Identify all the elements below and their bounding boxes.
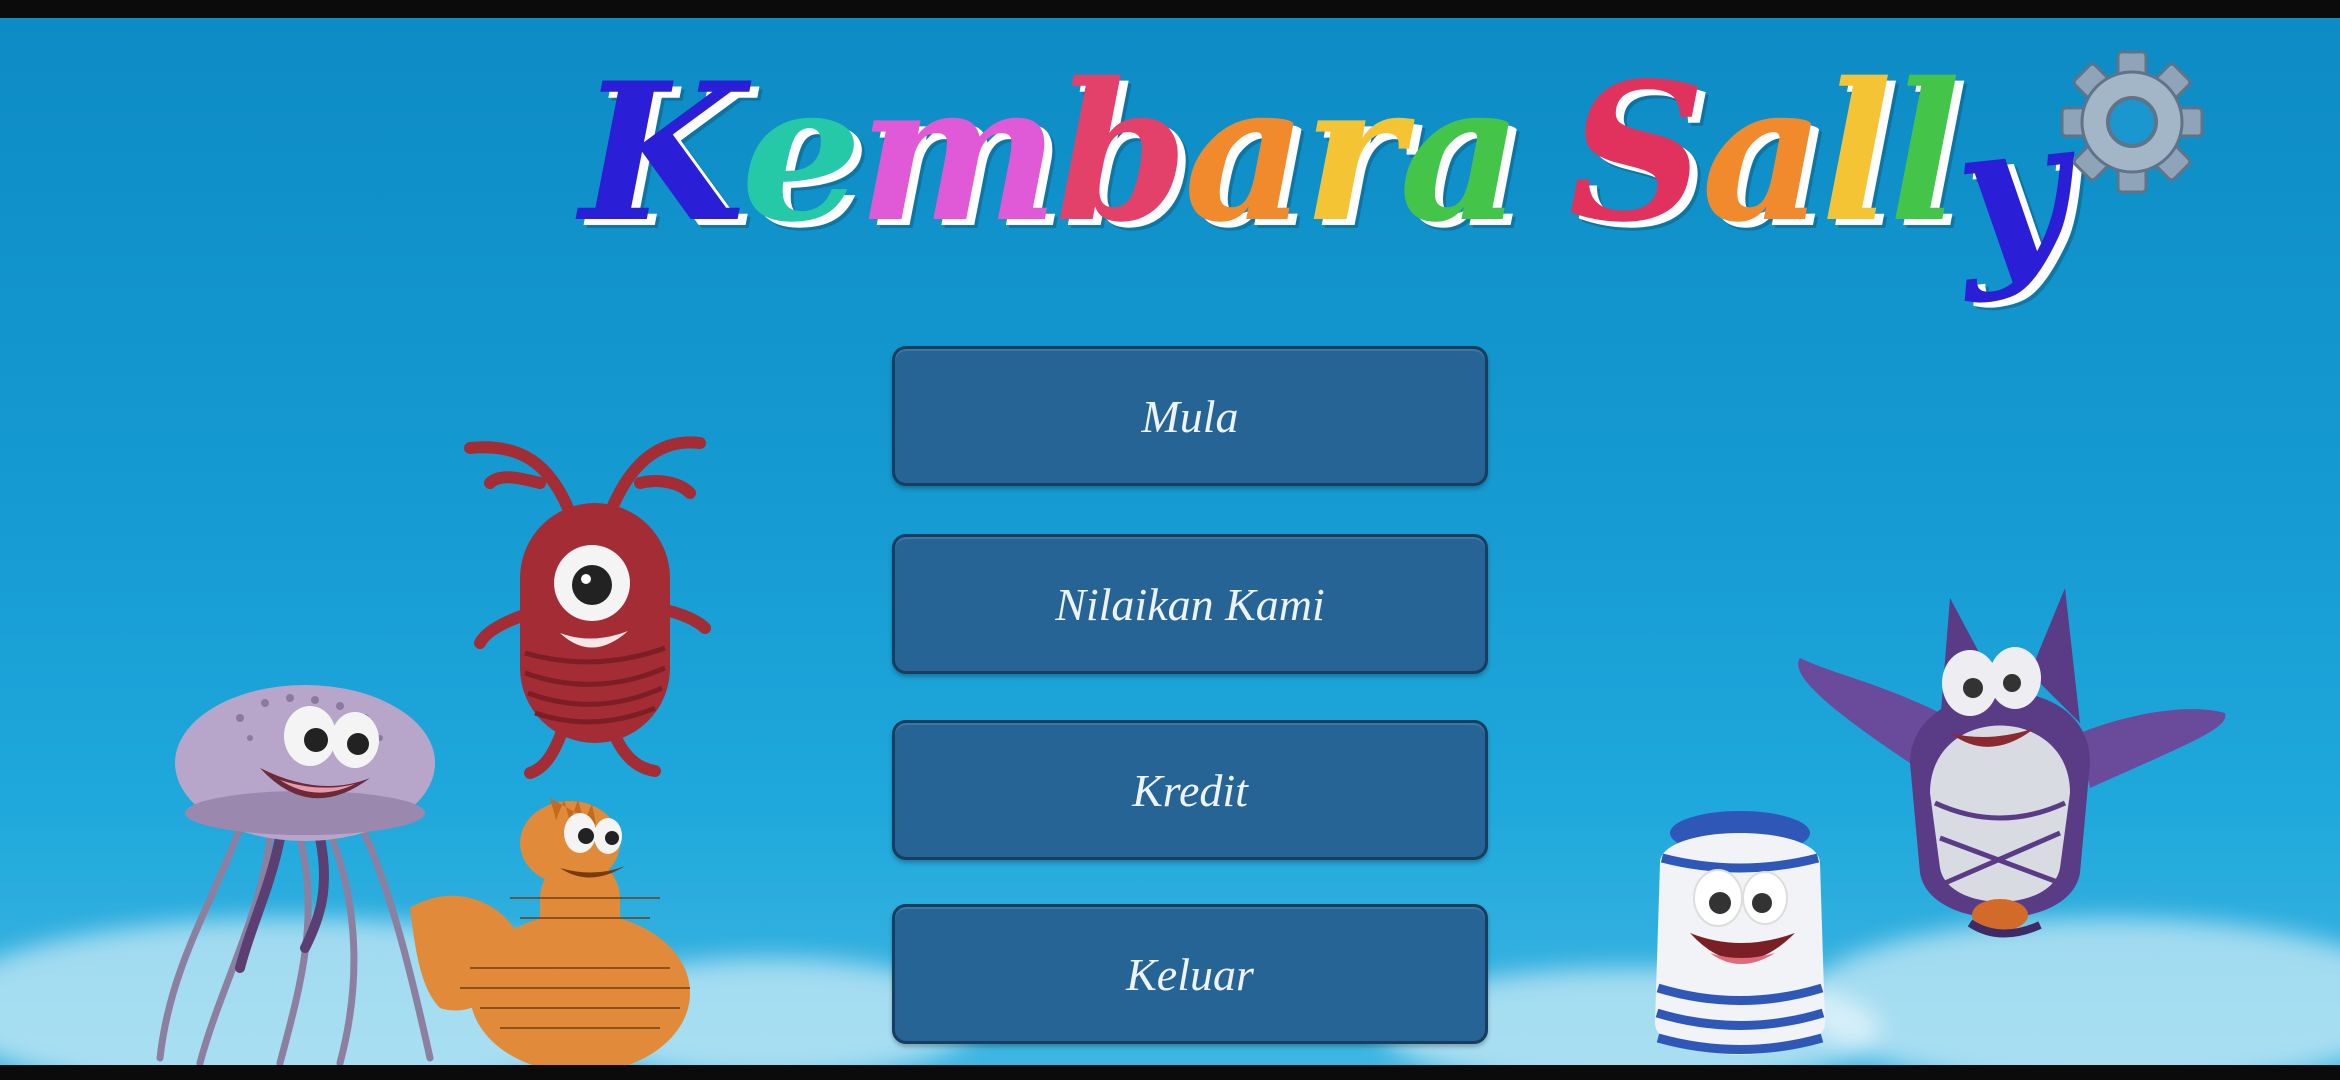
purple-horned-character <box>1798 588 2226 938</box>
title-letter: a <box>1183 41 1307 264</box>
title-letter: r <box>1303 41 1403 264</box>
orange-bird-character <box>410 798 690 1065</box>
title-letter: K <box>580 41 745 264</box>
settings-button[interactable] <box>2052 42 2212 202</box>
title-letter: l <box>1820 41 1893 264</box>
gear-icon <box>2060 50 2204 194</box>
title-letter: S <box>1568 41 1705 264</box>
title-letter: a <box>1701 41 1825 264</box>
rate-us-button-label: Nilaikan Kami <box>1055 578 1325 630</box>
red-one-eyed-character <box>464 436 711 779</box>
title-letter: m <box>858 41 1059 264</box>
credits-button[interactable]: Kredit <box>892 720 1488 860</box>
start-button-label: Mula <box>1141 390 1239 442</box>
title-letter: b <box>1055 41 1188 264</box>
main-menu-screen: Kembara Sally Mula Nilaikan Kami Kredit … <box>0 18 2340 1065</box>
rate-us-button[interactable]: Nilaikan Kami <box>892 534 1488 674</box>
exit-button-label: Keluar <box>1126 948 1254 1000</box>
credits-button-label: Kredit <box>1132 764 1248 816</box>
exit-button[interactable]: Keluar <box>892 904 1488 1044</box>
title-letter: a <box>1399 41 1522 264</box>
start-button[interactable]: Mula <box>892 346 1488 486</box>
title-letter: e <box>741 41 862 264</box>
